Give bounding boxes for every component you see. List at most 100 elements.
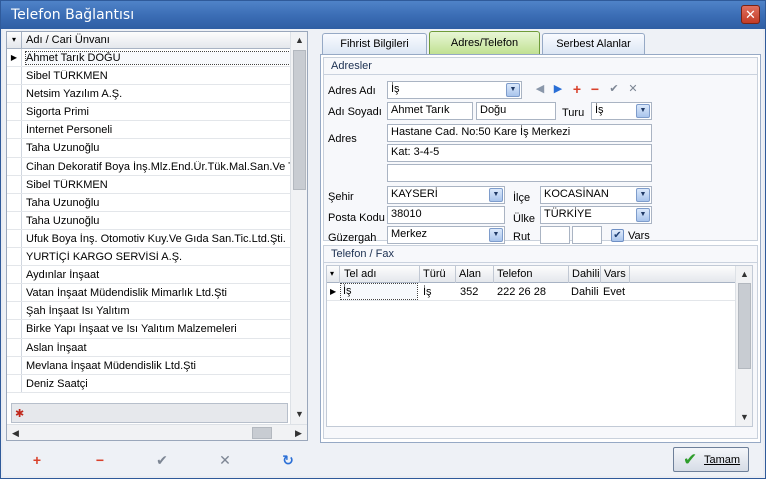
- column-header-adi-cari-unvani[interactable]: Adı / Cari Ünvanı: [26, 34, 110, 46]
- tab-adres-telefon[interactable]: Adres/Telefon: [429, 31, 540, 55]
- scroll-up-arrow-icon[interactable]: ▲: [291, 32, 308, 48]
- adres-label: Adres: [328, 133, 357, 145]
- previous-address-icon[interactable]: ◀: [533, 82, 547, 96]
- horizontal-scroll-thumb[interactable]: [252, 427, 272, 439]
- ilce-value: KOCASİNAN: [544, 188, 609, 200]
- turu-cell[interactable]: İş: [423, 286, 432, 298]
- column-selector-icon[interactable]: ▾: [7, 32, 22, 48]
- save-address-icon[interactable]: ✔: [607, 82, 621, 96]
- turu-select[interactable]: İş ▼: [591, 102, 652, 120]
- list-item[interactable]: Ufuk Boya İnş. Otomotiv Kuy.Ve Gıda San.…: [7, 229, 290, 249]
- ilce-select[interactable]: KOCASİNAN ▼: [540, 186, 652, 204]
- contact-list-grid[interactable]: ▾ Adı / Cari Ünvanı ▶ Ahmet Tarık DOĞU Sib…: [6, 31, 308, 441]
- delete-address-icon[interactable]: −: [588, 82, 602, 96]
- add-address-icon[interactable]: +: [570, 82, 584, 96]
- sehir-select[interactable]: KAYSERİ ▼: [387, 186, 505, 204]
- row-indicator-icon: [7, 121, 22, 139]
- guzergah-select[interactable]: Merkez ▼: [387, 226, 505, 244]
- phone-grid[interactable]: ▾ Tel adı Türü Alan Telefon Dahili Vars: [326, 265, 753, 427]
- posta-kodu-field[interactable]: 38010: [387, 206, 505, 224]
- new-record-row[interactable]: ✱: [11, 403, 288, 423]
- row-indicator-icon: ▶: [330, 287, 337, 296]
- tab-serbest-alanlar[interactable]: Serbest Alanlar: [542, 33, 645, 54]
- scroll-up-arrow-icon[interactable]: ▲: [736, 266, 753, 282]
- column-selector-icon[interactable]: ▾: [330, 269, 334, 278]
- column-header-turu[interactable]: Türü: [423, 268, 446, 280]
- column-header-vars[interactable]: Vars: [604, 268, 626, 280]
- ilce-label: İlçe: [513, 192, 531, 204]
- list-item[interactable]: Vatan İnşaat Müdendislik Mimarlık Ltd.Şt…: [7, 284, 290, 303]
- add-button[interactable]: +: [28, 453, 46, 469]
- list-item[interactable]: YURTİÇİ KARGO SERVİSİ A.Ş.: [7, 248, 290, 267]
- column-separator: [629, 266, 630, 283]
- row-indicator-icon: [7, 103, 22, 121]
- list-item[interactable]: Birke Yapı İnşaat ve Isı Yalıtım Malzeme…: [7, 320, 290, 339]
- delete-button[interactable]: −: [91, 453, 109, 469]
- list-item[interactable]: İnternet Personeli: [7, 121, 290, 140]
- column-header-dahili[interactable]: Dahili: [572, 268, 600, 280]
- contact-list-horizontal-scrollbar[interactable]: ◀ ▶: [7, 424, 307, 440]
- column-header-tel-adi[interactable]: Tel adı: [344, 268, 376, 280]
- dahili-cell[interactable]: Dahili: [571, 286, 599, 298]
- tab-fihrist-bilgileri[interactable]: Fihrist Bilgileri: [322, 33, 427, 54]
- rut-field-1[interactable]: [540, 226, 570, 244]
- vars-cell[interactable]: Evet: [603, 286, 625, 298]
- column-header-alan[interactable]: Alan: [459, 268, 481, 280]
- phone-grid-header: ▾ Tel adı Türü Alan Telefon Dahili Vars: [327, 266, 736, 283]
- list-item[interactable]: Sibel TÜRKMEN: [7, 67, 290, 86]
- adres-adi-select[interactable]: İş ▼: [387, 81, 522, 99]
- chevron-down-icon[interactable]: ▼: [636, 188, 650, 202]
- list-item[interactable]: ▶ Ahmet Tarık DOĞU: [7, 49, 291, 68]
- telefon-baglantisi-window: Telefon Bağlantısı ✕ ▾ Adı / Cari Ünvanı…: [0, 0, 766, 479]
- phone-grid-vertical-scrollbar[interactable]: ▲ ▼: [735, 266, 752, 426]
- cancel-address-icon[interactable]: ✕: [626, 82, 640, 96]
- vars-checkbox[interactable]: ✔: [611, 229, 624, 242]
- list-item[interactable]: Mevlana İnşaat Müdendislik Ltd.Şti: [7, 356, 290, 375]
- adres-line-3-field[interactable]: [387, 164, 652, 182]
- list-item[interactable]: Deniz Saatçi: [7, 374, 290, 393]
- chevron-down-icon[interactable]: ▼: [636, 208, 650, 222]
- scroll-down-arrow-icon[interactable]: ▼: [291, 406, 308, 422]
- list-item[interactable]: Taha Uzunoğlu: [7, 193, 290, 212]
- rut-field-2[interactable]: [572, 226, 602, 244]
- list-item[interactable]: Aydınlar İnşaat: [7, 266, 290, 285]
- list-item[interactable]: Netsim Yazılım A.Ş.: [7, 85, 290, 104]
- last-name-field[interactable]: Doğu: [476, 102, 556, 120]
- adres-line-1-field[interactable]: Hastane Cad. No:50 Kare İş Merkezi: [387, 124, 652, 142]
- confirm-button[interactable]: ✔: [153, 453, 171, 469]
- scroll-down-arrow-icon[interactable]: ▼: [736, 409, 753, 425]
- list-item[interactable]: Taha Uzunoğlu: [7, 139, 290, 158]
- scroll-left-arrow-icon[interactable]: ◀: [7, 425, 24, 441]
- tamam-button[interactable]: ✔ Tamam: [673, 447, 749, 472]
- alan-cell[interactable]: 352: [460, 286, 478, 298]
- telefon-cell[interactable]: 222 26 28: [497, 286, 546, 298]
- scroll-right-arrow-icon[interactable]: ▶: [290, 425, 307, 441]
- adi-soyadi-label: Adı Soyadı: [328, 106, 382, 118]
- ulke-select[interactable]: TÜRKİYE ▼: [540, 206, 652, 224]
- checkmark-icon: ✔: [683, 450, 698, 469]
- list-item[interactable]: Aslan İnşaat: [7, 338, 290, 357]
- list-item[interactable]: Sibel TÜRKMEN: [7, 175, 290, 194]
- adres-line-2-field[interactable]: Kat: 3-4-5: [387, 144, 652, 162]
- next-address-icon[interactable]: ▶: [551, 82, 565, 96]
- cancel-button[interactable]: ✕: [216, 453, 234, 469]
- column-header-telefon[interactable]: Telefon: [497, 268, 532, 280]
- list-item[interactable]: Şah İnşaat Isı Yalıtım: [7, 302, 290, 321]
- refresh-button[interactable]: ↻: [279, 453, 297, 469]
- title-bar[interactable]: Telefon Bağlantısı ✕: [1, 1, 765, 29]
- scroll-thumb[interactable]: [293, 50, 306, 190]
- list-item[interactable]: Taha Uzunoğlu: [7, 211, 290, 230]
- scroll-thumb[interactable]: [738, 283, 751, 369]
- close-button[interactable]: ✕: [741, 5, 760, 24]
- table-row[interactable]: ▶ İş İş 352 222 26 28 Dahili Evet: [327, 283, 736, 301]
- chevron-down-icon[interactable]: ▼: [489, 228, 503, 242]
- list-item[interactable]: Cihan Dekoratif Boya İnş.Mlz.End.Ür.Tük.…: [7, 157, 290, 176]
- list-item-label: Ahmet Tarık DOĞU: [25, 51, 291, 65]
- chevron-down-icon[interactable]: ▼: [489, 188, 503, 202]
- chevron-down-icon[interactable]: ▼: [636, 104, 650, 118]
- contact-list-vertical-scrollbar[interactable]: ▲ ▼: [290, 32, 307, 424]
- tel-adi-cell[interactable]: İş: [340, 283, 418, 300]
- list-item[interactable]: Sigorta Primi: [7, 103, 290, 122]
- chevron-down-icon[interactable]: ▼: [506, 83, 520, 97]
- first-name-field[interactable]: Ahmet Tarık: [387, 102, 473, 120]
